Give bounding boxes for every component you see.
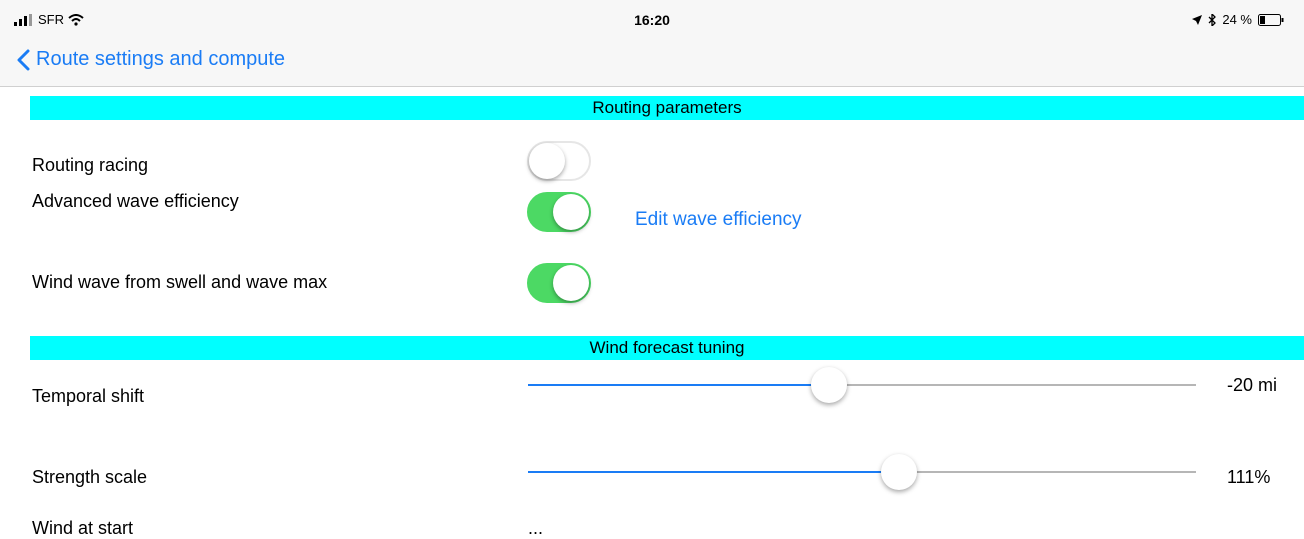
section-header-routing-parameters: Routing parameters: [30, 96, 1304, 120]
strength-scale-value: 111%: [1227, 467, 1271, 487]
back-button[interactable]: Route settings and compute: [16, 48, 285, 71]
temporal-shift-slider[interactable]: [528, 365, 1196, 405]
slider-thumb[interactable]: [881, 454, 917, 490]
slider-fill: [528, 471, 899, 473]
battery-percent: 24 %: [1222, 12, 1252, 27]
slider-thumb[interactable]: [811, 367, 847, 403]
strength-scale-label: Strength scale: [32, 467, 148, 487]
toggle-knob: [553, 265, 589, 301]
section-header-wind-forecast-tuning: Wind forecast tuning: [30, 336, 1304, 360]
advanced-wave-efficiency-toggle[interactable]: [527, 192, 591, 232]
routing-racing-label: Routing racing: [32, 155, 149, 175]
temporal-shift-value: -20 mi: [1227, 375, 1278, 395]
location-arrow-icon: [1192, 14, 1203, 25]
edit-wave-efficiency-link[interactable]: Edit wave efficiency: [635, 209, 802, 231]
slider-fill: [528, 384, 829, 386]
wind-at-start-value: ...: [528, 518, 544, 538]
advanced-wave-efficiency-label: Advanced wave efficiency: [32, 191, 239, 211]
toggle-knob: [529, 143, 565, 179]
wind-wave-toggle[interactable]: [527, 263, 591, 303]
toggle-knob: [553, 194, 589, 230]
wind-wave-label: Wind wave from swell and wave max: [32, 272, 328, 292]
wind-at-start-label: Wind at start: [32, 518, 134, 538]
back-label: Route settings and compute: [36, 48, 286, 70]
battery-icon: [1258, 13, 1284, 26]
status-right: 24 %: [1192, 12, 1284, 27]
temporal-shift-label: Temporal shift: [32, 386, 145, 406]
chevron-left-icon: [17, 49, 30, 70]
strength-scale-slider[interactable]: [528, 452, 1196, 492]
routing-racing-toggle[interactable]: [527, 141, 591, 181]
status-bar: SFR 16:20 24 %: [0, 0, 1304, 40]
bluetooth-icon: [1208, 13, 1217, 26]
nav-bar: Route settings and compute: [0, 40, 1304, 87]
status-time: 16:20: [634, 12, 670, 28]
